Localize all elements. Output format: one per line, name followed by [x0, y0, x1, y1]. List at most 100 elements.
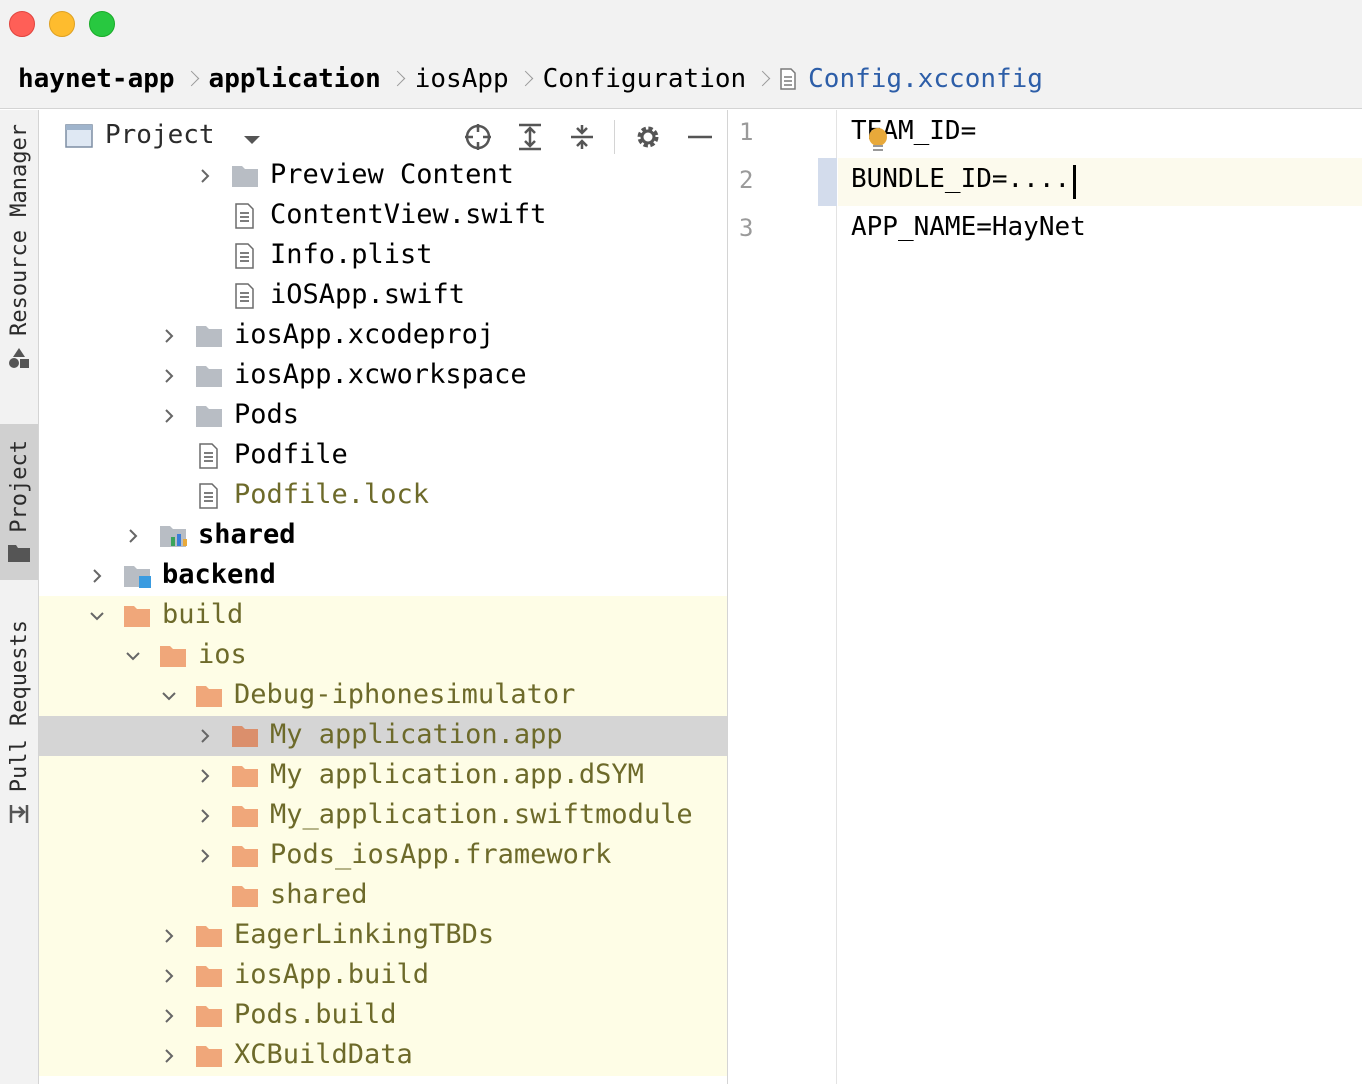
tree-item[interactable]: Pods_iosApp.framework — [39, 836, 727, 876]
folder-icon — [195, 1043, 223, 1069]
tree-item-label: shared — [198, 519, 296, 550]
chevron-right-icon[interactable] — [197, 848, 213, 864]
text-file-icon — [780, 68, 796, 90]
chevron-right-icon[interactable] — [161, 408, 177, 424]
tree-item[interactable]: XCBuildData — [39, 1036, 727, 1076]
module-icon — [123, 563, 151, 589]
chevron-right-icon[interactable] — [125, 528, 141, 544]
tree-item[interactable]: shared — [39, 876, 727, 916]
tree-item-label: ios — [198, 639, 247, 670]
tree-item-label: Pods_iosApp.framework — [270, 839, 612, 870]
tree-item[interactable]: backend — [39, 556, 727, 596]
code-line[interactable]: APP_NAME=HayNet — [851, 212, 1086, 242]
tree-item[interactable]: iosApp.xcworkspace — [39, 356, 727, 396]
locate-icon[interactable] — [463, 122, 493, 152]
breadcrumb-item-iosapp[interactable]: iosApp — [415, 64, 509, 94]
expand-all-icon[interactable] — [515, 122, 545, 152]
folder-icon — [195, 683, 223, 709]
tree-item[interactable]: Pods.build — [39, 996, 727, 1036]
tree-item-label: shared — [270, 879, 368, 910]
chevron-down-icon[interactable] — [89, 608, 105, 624]
close-window-button[interactable] — [9, 11, 35, 37]
current-line-gutter-marker — [818, 158, 837, 206]
tree-item-label: My application.app.dSYM — [270, 759, 644, 790]
chevron-down-icon[interactable] — [242, 134, 262, 146]
chevron-right-icon[interactable] — [161, 1048, 177, 1064]
tree-item[interactable]: Info.plist — [39, 236, 727, 276]
tree-item-label: iosApp.xcodeproj — [234, 319, 495, 350]
chevron-right-icon[interactable] — [197, 728, 213, 744]
tree-item[interactable]: iosApp.build — [39, 956, 727, 996]
lightbulb-icon[interactable] — [869, 128, 887, 146]
breadcrumb-item-haynet-app[interactable]: haynet-app — [18, 64, 175, 94]
tree-item[interactable]: EagerLinkingTBDs — [39, 916, 727, 956]
tree-item[interactable]: Pods — [39, 396, 727, 436]
tree-item[interactable]: My_application.swiftmodule — [39, 796, 727, 836]
chevron-down-icon[interactable] — [125, 648, 141, 664]
code-line[interactable]: BUNDLE_ID=.... — [851, 164, 1070, 194]
chevron-down-icon[interactable] — [161, 688, 177, 704]
folder-icon — [231, 803, 259, 829]
breadcrumb-item-config-xcconfig[interactable]: Config.xcconfig — [808, 64, 1043, 94]
code-editor[interactable]: TEAM_ID= BUNDLE_ID=.... APP_NAME=HayNet — [838, 110, 1362, 1084]
chevron-right-icon[interactable] — [161, 1008, 177, 1024]
folder-icon — [123, 603, 151, 629]
project-panel: Project Preview Content ContentView.swift… — [39, 110, 728, 1084]
tab-project-label: Project — [6, 440, 32, 533]
chevron-right-icon — [757, 66, 769, 92]
maximize-window-button[interactable] — [89, 11, 115, 37]
chevron-right-icon[interactable] — [89, 568, 105, 584]
file-icon — [195, 443, 223, 469]
folder-icon — [231, 763, 259, 789]
breadcrumb: haynet-app application iosApp Configurat… — [0, 50, 1362, 109]
gear-icon[interactable] — [633, 122, 663, 152]
chevron-right-icon — [186, 66, 198, 92]
toolbar-divider — [614, 120, 615, 154]
tree-item-label: Podfile — [234, 439, 348, 470]
tree-item[interactable]: My application.app — [39, 716, 727, 756]
resource-manager-icon — [9, 347, 29, 368]
folder-icon — [159, 643, 187, 669]
tree-item[interactable]: Podfile.lock — [39, 476, 727, 516]
title-bar — [0, 0, 1362, 50]
tab-pull-requests[interactable]: Pull Requests — [0, 620, 38, 850]
tree-item[interactable]: Debug-iphonesimulator — [39, 676, 727, 716]
file-icon — [231, 243, 259, 269]
tree-item[interactable]: Preview Content — [39, 156, 727, 196]
tree-item[interactable]: My application.app.dSYM — [39, 756, 727, 796]
chevron-right-icon[interactable] — [161, 968, 177, 984]
collapse-all-icon[interactable] — [567, 122, 597, 152]
tab-resource-manager[interactable]: Resource Manager — [0, 124, 38, 414]
tree-item[interactable]: Podfile — [39, 436, 727, 476]
tree-item-label: My application.app — [270, 719, 563, 750]
breadcrumb-item-configuration[interactable]: Configuration — [543, 64, 747, 94]
chevron-right-icon[interactable] — [197, 768, 213, 784]
tree-item[interactable]: build — [39, 596, 727, 636]
tree-item[interactable]: shared — [39, 516, 727, 556]
tree-item[interactable]: iOSApp.swift — [39, 276, 727, 316]
tree-item[interactable]: ios — [39, 636, 727, 676]
hide-icon[interactable] — [685, 122, 715, 152]
minimize-window-button[interactable] — [49, 11, 75, 37]
project-view-icon — [65, 124, 93, 148]
breadcrumb-item-application[interactable]: application — [209, 64, 381, 94]
line-number: 2 — [739, 166, 754, 194]
tree-item-label: iosApp.xcworkspace — [234, 359, 527, 390]
folder-icon — [195, 403, 223, 429]
chevron-right-icon[interactable] — [161, 928, 177, 944]
file-icon — [231, 203, 259, 229]
project-view-selector[interactable]: Project — [105, 120, 215, 150]
tree-item-label: Preview Content — [270, 159, 514, 190]
chevron-right-icon[interactable] — [197, 168, 213, 184]
tab-project[interactable]: Project — [0, 424, 38, 580]
tree-item[interactable]: iosApp.xcodeproj — [39, 316, 727, 356]
chevron-right-icon[interactable] — [161, 328, 177, 344]
tree-item[interactable]: ContentView.swift — [39, 196, 727, 236]
chevron-right-icon[interactable] — [161, 368, 177, 384]
chevron-right-icon[interactable] — [197, 808, 213, 824]
line-number: 1 — [739, 118, 754, 146]
tab-resource-manager-label: Resource Manager — [6, 124, 32, 336]
folder-icon — [231, 843, 259, 869]
file-icon — [195, 483, 223, 509]
folder-icon — [195, 963, 223, 989]
